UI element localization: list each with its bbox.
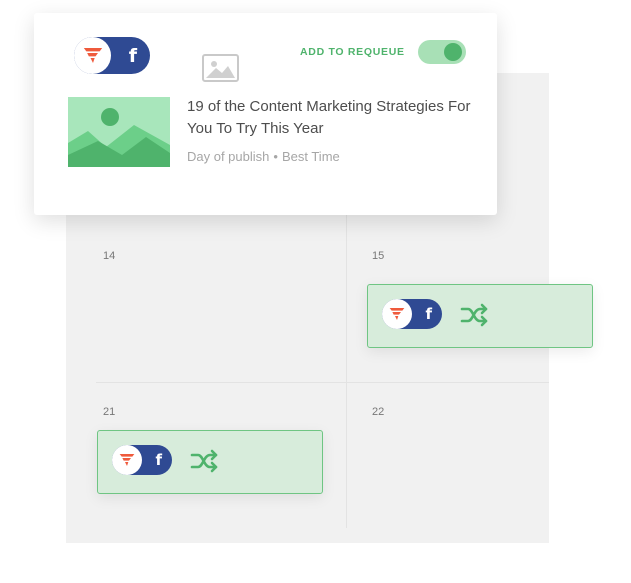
calendar-divider-horizontal (96, 382, 549, 383)
post-title: 19 of the Content Marketing Strategies F… (187, 98, 471, 137)
post-schedule-meta: Day of publish • Best Time (187, 149, 340, 164)
post-preview-card: f ADD TO REQUEUE 19 of the Content Marke… (34, 13, 497, 215)
meta-separator: • (273, 149, 278, 164)
day-number: 21 (103, 406, 116, 418)
image-icon[interactable] (202, 54, 239, 82)
brand-logo-icon (382, 299, 412, 329)
toggle-knob (444, 43, 462, 61)
social-account-pill: f (112, 445, 172, 475)
scheduled-post-21[interactable]: f (97, 430, 323, 494)
landscape-thumbnail (68, 97, 170, 167)
social-account-pill: f (382, 299, 442, 329)
facebook-icon: f (155, 451, 162, 469)
scheduled-post-15[interactable]: f (367, 284, 593, 348)
meta-day: Day of publish (187, 149, 270, 164)
facebook-icon: f (425, 305, 432, 323)
brand-logo-icon (74, 37, 111, 74)
brand-logo-icon (112, 445, 142, 475)
day-number: 15 (372, 250, 385, 262)
add-to-requeue-label: ADD TO REQUEUE (300, 46, 405, 58)
facebook-icon: f (128, 44, 137, 67)
shuffle-icon[interactable] (460, 303, 490, 327)
shuffle-icon[interactable] (190, 449, 220, 473)
meta-time: Best Time (281, 149, 340, 164)
day-number: 22 (372, 406, 385, 418)
day-number: 14 (103, 250, 116, 262)
social-account-pill[interactable]: f (74, 37, 150, 74)
requeue-toggle[interactable] (418, 40, 466, 64)
